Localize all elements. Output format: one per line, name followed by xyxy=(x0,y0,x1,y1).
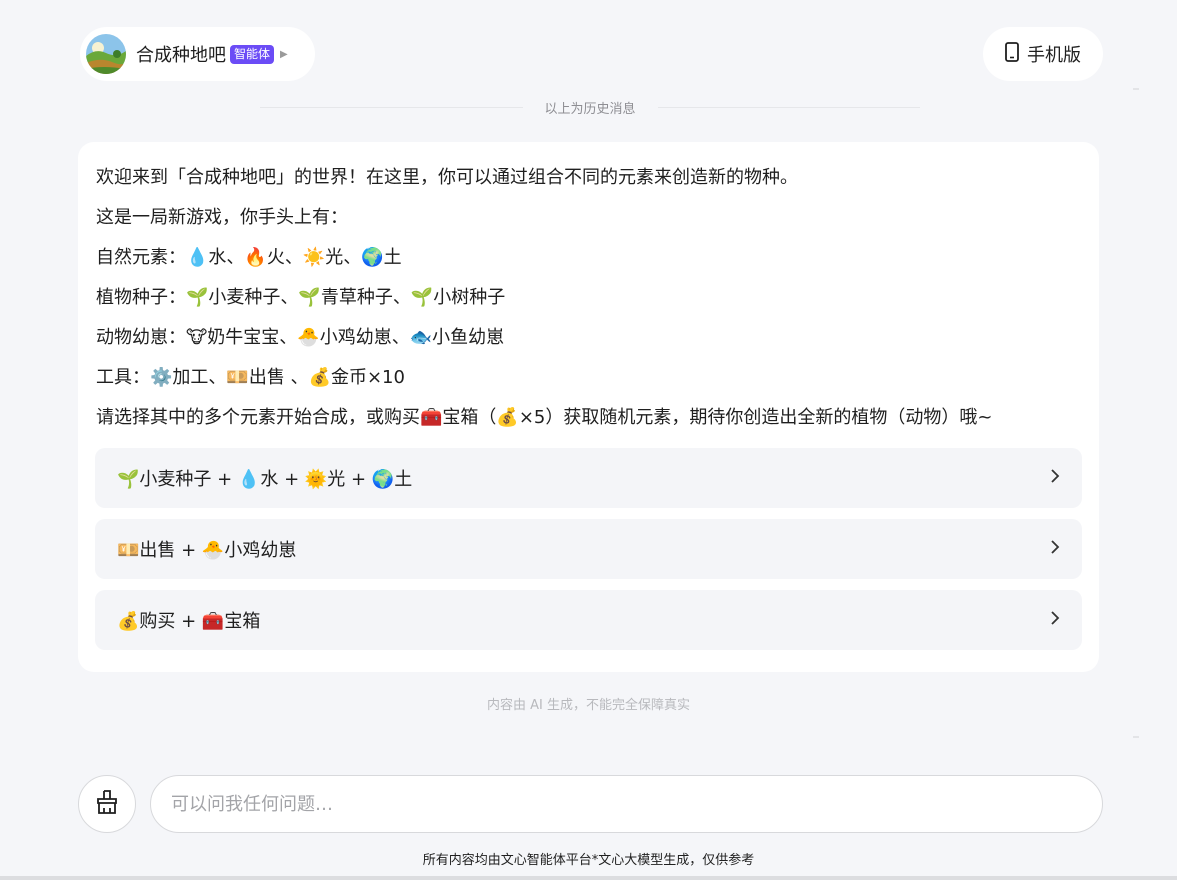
message-line: 植物种子：🌱小麦种子、🌱青草种子、🌱小树种子 xyxy=(96,287,506,308)
footer-disclaimer: 所有内容均由文心智能体平台*文心大模型生成，仅供参考 xyxy=(422,853,755,868)
history-divider: 以上为历史消息 xyxy=(260,97,921,117)
clear-context-button[interactable] xyxy=(78,775,136,833)
ai-disclaimer: 内容由 AI 生成，不能完全保障真实 xyxy=(487,698,690,713)
suggestion-text: 💰购买 + 🧰宝箱 xyxy=(117,611,261,632)
message-line: 这是一局新游戏，你手头上有： xyxy=(96,207,348,228)
message-line: 自然元素：💧水、🔥火、☀️光、🌍土 xyxy=(96,247,402,268)
suggestion-text: 🌱小麦种子 + 💧水 + 🌞光 + 🌍土 xyxy=(117,469,413,490)
chevron-right-icon xyxy=(1050,610,1060,631)
message-line: 欢迎来到「合成种地吧」的世界！在这里，你可以通过组合不同的元素来创造新的物种。 xyxy=(96,167,798,188)
bottom-bar xyxy=(0,876,1177,880)
agent-badge: 智能体 xyxy=(230,44,275,64)
suggestion-item[interactable]: 💰购买 + 🧰宝箱 xyxy=(95,590,1082,650)
chat-input[interactable] xyxy=(150,775,1103,833)
suggestion-text: 💴出售 + 🐣小鸡幼崽 xyxy=(117,540,297,561)
phone-icon xyxy=(1005,41,1019,67)
agent-message: 欢迎来到「合成种地吧」的世界！在这里，你可以通过组合不同的元素来创造新的物种。 … xyxy=(78,142,1099,672)
message-line: 请选择其中的多个元素开始合成，或购买🧰宝箱（💰×5）获取随机元素，期待你创造出全… xyxy=(96,407,993,428)
divider-line xyxy=(260,106,523,108)
agent-name: 合成种地吧 xyxy=(136,45,226,66)
chevron-right-icon xyxy=(1050,468,1060,489)
divider-line xyxy=(657,106,921,108)
broom-icon xyxy=(95,789,119,819)
agent-avatar xyxy=(86,34,126,74)
suggestion-item[interactable]: 💴出售 + 🐣小鸡幼崽 xyxy=(95,519,1082,579)
mobile-version-label: 手机版 xyxy=(1027,45,1081,66)
suggestion-item[interactable]: 🌱小麦种子 + 💧水 + 🌞光 + 🌍土 xyxy=(95,448,1082,508)
message-line: 动物幼崽：🐮奶牛宝宝、🐣小鸡幼崽、🐟小鱼幼崽 xyxy=(96,327,505,348)
caret-right-icon: ▶ xyxy=(280,48,288,60)
message-line: 工具：⚙️加工、💴出售 、💰金币×10 xyxy=(96,367,405,388)
scroll-tick xyxy=(1133,736,1139,738)
scroll-tick xyxy=(1133,88,1139,90)
history-divider-text: 以上为历史消息 xyxy=(544,101,636,117)
agent-header[interactable]: 合成种地吧 智能体 ▶ xyxy=(80,27,315,81)
suggestion-list: 🌱小麦种子 + 💧水 + 🌞光 + 🌍土 💴出售 + 🐣小鸡幼崽 💰购买 + 🧰… xyxy=(95,448,1082,661)
chevron-right-icon xyxy=(1050,539,1060,560)
mobile-version-button[interactable]: 手机版 xyxy=(983,27,1103,81)
